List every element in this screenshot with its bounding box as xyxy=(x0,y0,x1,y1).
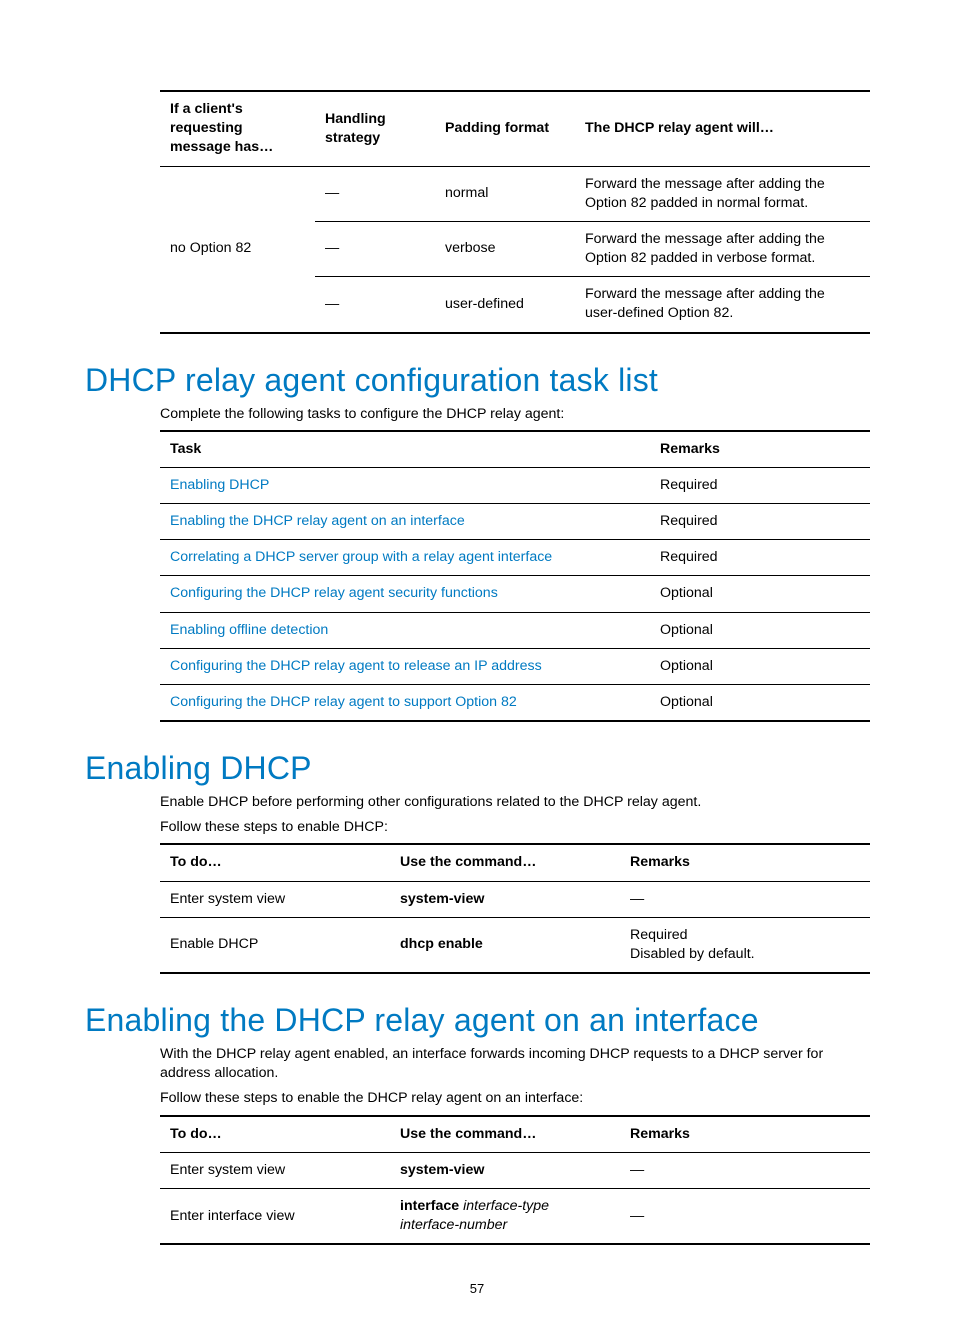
table-task-list: Task Remarks Enabling DHCP Required Enab… xyxy=(160,430,870,722)
span: interface xyxy=(400,1198,459,1214)
span: Required xyxy=(630,927,688,943)
td: Optional xyxy=(650,684,870,721)
task-link[interactable]: Configuring the DHCP relay agent to supp… xyxy=(160,684,650,721)
td: — xyxy=(620,1188,870,1244)
td: interface interface-type interface-numbe… xyxy=(390,1188,620,1244)
td: — xyxy=(315,277,435,333)
th: Remarks xyxy=(620,844,870,881)
td: — xyxy=(315,221,435,276)
heading-enabling-relay-interface: Enabling the DHCP relay agent on an inte… xyxy=(85,1002,869,1039)
td: Optional xyxy=(650,648,870,684)
td: dhcp enable xyxy=(390,917,620,973)
th: To do… xyxy=(160,844,390,881)
heading-task-list: DHCP relay agent configuration task list xyxy=(85,362,869,399)
task-link[interactable]: Configuring the DHCP relay agent to rele… xyxy=(160,648,650,684)
td: normal xyxy=(435,166,575,221)
task-link[interactable]: Enabling offline detection xyxy=(160,612,650,648)
td: Enter interface view xyxy=(160,1188,390,1244)
task-link[interactable]: Enabling the DHCP relay agent on an inte… xyxy=(160,504,650,540)
task-link[interactable]: Configuring the DHCP relay agent securit… xyxy=(160,576,650,612)
td: Optional xyxy=(650,576,870,612)
span: interface-type xyxy=(463,1198,549,1214)
p: Enable DHCP before performing other conf… xyxy=(160,793,869,812)
td: Required xyxy=(650,467,870,503)
th: Handling strategy xyxy=(315,91,435,166)
td: — xyxy=(620,1152,870,1188)
td: Enter system view xyxy=(160,881,390,917)
td: Enable DHCP xyxy=(160,917,390,973)
td: verbose xyxy=(435,221,575,276)
table-enable-relay-interface: To do… Use the command… Remarks Enter sy… xyxy=(160,1115,870,1246)
task-link[interactable]: Correlating a DHCP server group with a r… xyxy=(160,540,650,576)
th: Remarks xyxy=(650,431,870,468)
td: Forward the message after adding the use… xyxy=(575,277,870,333)
p: Follow these steps to enable the DHCP re… xyxy=(160,1089,869,1108)
intro-task-list: Complete the following tasks to configur… xyxy=(160,405,869,424)
th: The DHCP relay agent will… xyxy=(575,91,870,166)
td: Required Disabled by default. xyxy=(620,917,870,973)
td: Optional xyxy=(650,612,870,648)
page-number: 57 xyxy=(85,1281,869,1296)
th: Padding format xyxy=(435,91,575,166)
task-link[interactable]: Enabling DHCP xyxy=(160,467,650,503)
heading-enabling-dhcp: Enabling DHCP xyxy=(85,750,869,787)
td: user-defined xyxy=(435,277,575,333)
td: Enter system view xyxy=(160,1152,390,1188)
td: Required xyxy=(650,540,870,576)
td: — xyxy=(315,166,435,221)
page: If a client's requesting message has… Ha… xyxy=(0,0,954,1336)
td: Forward the message after adding the Opt… xyxy=(575,221,870,276)
th: To do… xyxy=(160,1116,390,1153)
table-option82: If a client's requesting message has… Ha… xyxy=(160,90,870,334)
th: Use the command… xyxy=(390,844,620,881)
td: — xyxy=(620,881,870,917)
span: Disabled by default. xyxy=(630,946,755,962)
th: Task xyxy=(160,431,650,468)
th: Remarks xyxy=(620,1116,870,1153)
p: With the DHCP relay agent enabled, an in… xyxy=(160,1045,869,1083)
td: no Option 82 xyxy=(160,166,315,333)
th: If a client's requesting message has… xyxy=(160,91,315,166)
td: system-view xyxy=(390,881,620,917)
td: Forward the message after adding the Opt… xyxy=(575,166,870,221)
th: Use the command… xyxy=(390,1116,620,1153)
span: interface-number xyxy=(400,1217,507,1233)
p: Follow these steps to enable DHCP: xyxy=(160,818,869,837)
td: Required xyxy=(650,504,870,540)
table-enable-dhcp: To do… Use the command… Remarks Enter sy… xyxy=(160,843,870,974)
td: system-view xyxy=(390,1152,620,1188)
